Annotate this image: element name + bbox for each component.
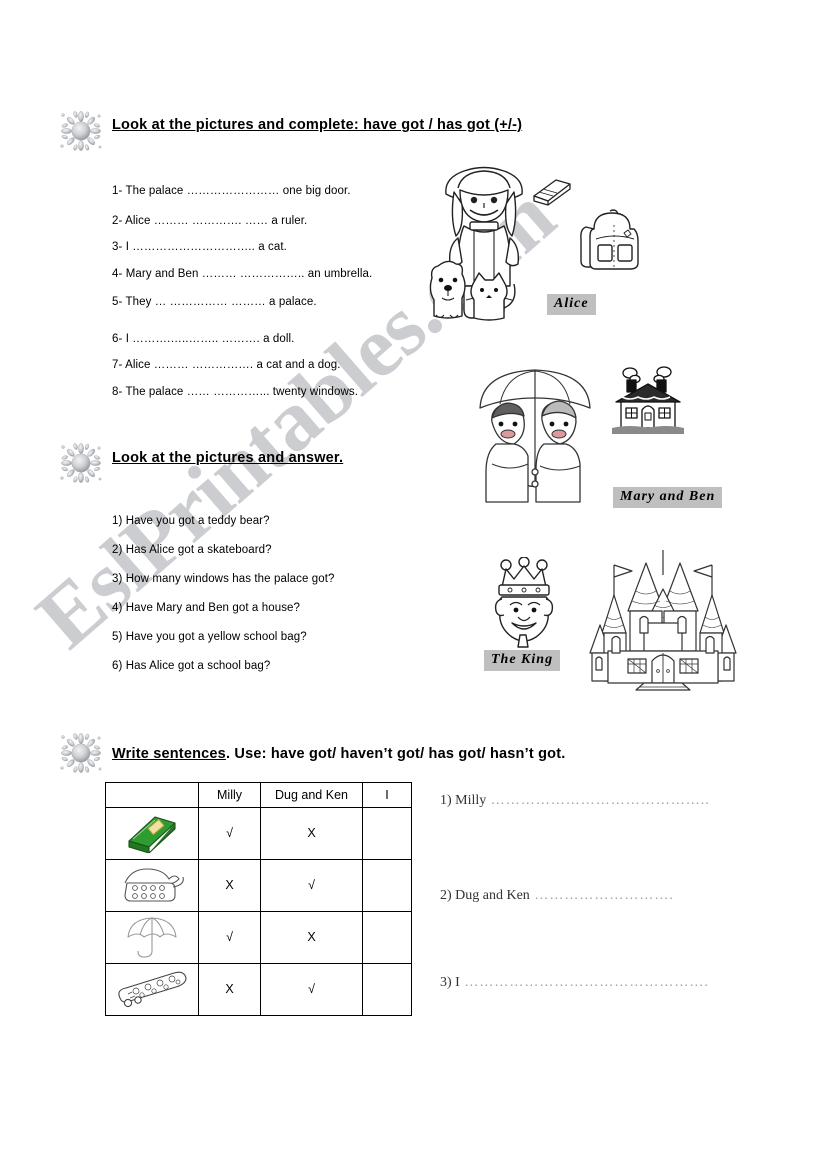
table-cell-picture-telephone bbox=[105, 859, 199, 912]
exercise-1-heading: Look at the pictures and complete: have … bbox=[112, 117, 522, 133]
school-bag-illustration bbox=[580, 209, 639, 270]
castle-illustration bbox=[589, 550, 737, 691]
write-prompt-1-dots: …………………………………….. bbox=[486, 793, 710, 808]
exercise-2-heading-text: Look at the pictures and answer. bbox=[112, 450, 344, 466]
exercise-1-item-6: 6- I ……….…..…….. ………. a doll. bbox=[112, 333, 295, 345]
exercise-3-heading-underlined: Write sentences bbox=[112, 746, 226, 762]
write-prompt-2-label: 2) Dug and Ken bbox=[440, 888, 530, 903]
write-prompt-3-label: 3) I bbox=[440, 975, 460, 990]
table-cell-i bbox=[362, 963, 412, 1016]
exercise-1-item-2: 2- Alice ……… …………. …… a ruler. bbox=[112, 215, 308, 227]
table-header-row: Milly Dug and Ken I bbox=[105, 782, 412, 808]
table-cell-i bbox=[362, 807, 412, 860]
exercise-1-item-7: 7- Alice ……… ……………. a cat and a dog. bbox=[112, 359, 341, 371]
write-prompt-3: 3) I …………………………………………. bbox=[440, 975, 709, 991]
exercise-2-item-1: 1) Have you got a teddy bear? bbox=[112, 515, 270, 527]
exercise-1-item-8: 8- The palace …… …………... twenty windows. bbox=[112, 386, 359, 398]
two-kids-under-umbrella-illustration bbox=[479, 369, 591, 503]
exercise-2-item-4: 4) Have Mary and Ben got a house? bbox=[112, 602, 301, 614]
exercise-3-heading: Write sentences. Use: have got/ haven’t … bbox=[112, 746, 565, 762]
table-cell-milly: √ bbox=[198, 807, 261, 860]
picture-label-alice: Alice bbox=[547, 294, 596, 315]
worksheet-page: Look at the pictures and complete: have … bbox=[0, 0, 821, 1169]
table-cell-dug-and-ken: √ bbox=[260, 963, 363, 1016]
king-head-illustration bbox=[494, 557, 554, 648]
splat-bullet-icon bbox=[60, 443, 102, 483]
exercise-1-item-1: 1- The palace …………………… one big door. bbox=[112, 185, 351, 197]
table-cell-i bbox=[362, 911, 412, 964]
table-cell-milly: √ bbox=[198, 911, 261, 964]
table-cell-picture-umbrella bbox=[105, 911, 199, 964]
telephone-icon bbox=[124, 868, 184, 902]
write-prompt-3-dots: …………………………………………. bbox=[459, 975, 709, 990]
skateboard-icon bbox=[118, 971, 187, 1008]
write-prompt-2: 2) Dug and Ken ………………………. bbox=[440, 888, 674, 904]
table-header-pictures bbox=[105, 782, 199, 808]
exercise-2-item-2: 2) Has Alice got a skateboard? bbox=[112, 544, 272, 556]
exercise-3-heading-rest: . Use: have got/ haven’t got/ has got/ h… bbox=[225, 746, 566, 762]
table-header-dug-and-ken: Dug and Ken bbox=[260, 782, 363, 808]
table-header-i: I bbox=[362, 782, 412, 808]
picture-label-the-king: The King bbox=[484, 650, 561, 671]
table-cell-picture-skateboard bbox=[105, 963, 199, 1016]
exercise-2-heading: Look at the pictures and answer. bbox=[112, 450, 343, 466]
eraser-illustration bbox=[533, 179, 571, 206]
exercise-1-item-4: 4- Mary and Ben ……… …………….. an umbrella. bbox=[112, 268, 373, 280]
table-cell-dug-and-ken: X bbox=[260, 807, 363, 860]
book-icon bbox=[128, 816, 176, 854]
table-cell-milly: X bbox=[198, 963, 261, 1016]
table-row: √ X bbox=[105, 911, 412, 964]
write-prompt-1: 1) Milly …………………………………….. bbox=[440, 793, 710, 809]
table-header-milly: Milly bbox=[198, 782, 261, 808]
table-cell-dug-and-ken: √ bbox=[260, 859, 363, 912]
table-row: √ X bbox=[105, 807, 412, 860]
write-prompt-2-dots: ………………………. bbox=[529, 888, 674, 903]
table-row: X √ bbox=[105, 859, 412, 912]
house-illustration bbox=[612, 366, 684, 434]
have-got-table: Milly Dug and Ken I √ X X √ √ X X √ bbox=[105, 782, 412, 1016]
table-cell-picture-book bbox=[105, 807, 199, 860]
umbrella-icon bbox=[127, 917, 177, 958]
table-row: X √ bbox=[105, 963, 412, 1016]
table-cell-milly: X bbox=[198, 859, 261, 912]
picture-label-mary-and-ben: Mary and Ben bbox=[613, 487, 723, 508]
table-cell-i bbox=[362, 859, 412, 912]
write-prompt-1-label: 1) Milly bbox=[440, 793, 487, 808]
exercise-1-item-3: 3- I ………………………….. a cat. bbox=[112, 241, 287, 253]
exercise-1-heading-text: Look at the pictures and complete: have … bbox=[112, 117, 523, 133]
splat-bullet-icon bbox=[60, 733, 102, 773]
exercise-1-item-5: 5- They … …………… ……… a palace. bbox=[112, 296, 317, 308]
exercise-2-item-3: 3) How many windows has the palace got? bbox=[112, 573, 335, 585]
exercise-2-item-5: 5) Have you got a yellow school bag? bbox=[112, 631, 307, 643]
table-cell-dug-and-ken: X bbox=[260, 911, 363, 964]
girl-with-dog-and-cat-illustration bbox=[429, 166, 523, 321]
exercise-2-item-6: 6) Has Alice got a school bag? bbox=[112, 660, 271, 672]
splat-bullet-icon bbox=[60, 111, 102, 151]
